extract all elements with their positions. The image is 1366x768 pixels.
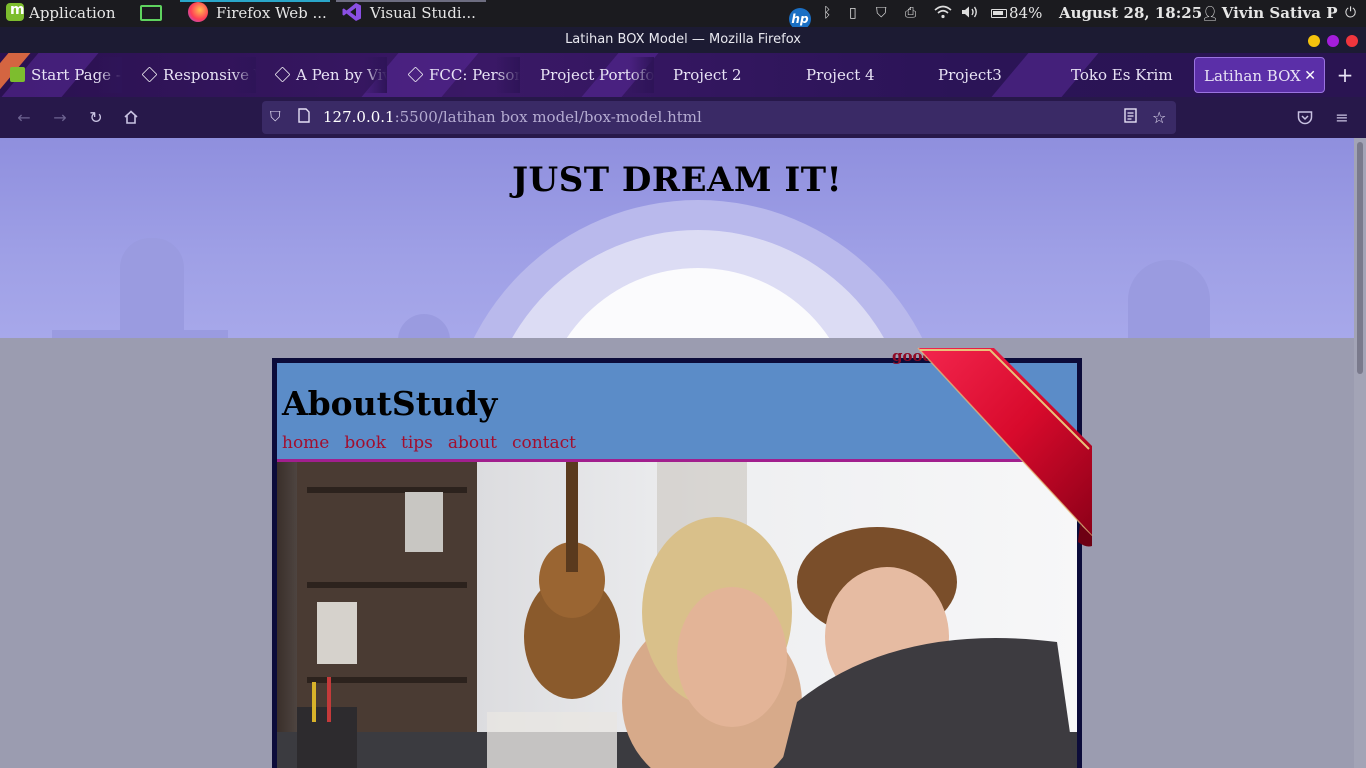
- hero-tower-silhouette: [120, 238, 184, 338]
- tab-a-pen[interactable]: A Pen by Viv: [275, 57, 387, 93]
- tab-strip: Start Page - Responsive W A Pen by Viv F…: [0, 53, 1366, 97]
- hero-ground-silhouette: [52, 330, 228, 338]
- close-window-button[interactable]: [1346, 35, 1358, 47]
- printer-icon[interactable]: ⎙: [905, 0, 916, 27]
- tab-project-portofolio[interactable]: Project Portofol: [540, 57, 654, 93]
- codepen-favicon-icon: [275, 66, 291, 83]
- terminal-launcher[interactable]: [140, 0, 162, 27]
- clipboard-icon[interactable]: ▯: [849, 0, 857, 27]
- hero-banner: JUST DREAM IT!: [0, 138, 1354, 338]
- arrow-right-icon: →: [53, 108, 67, 127]
- window-title: Latihan BOX Model — Mozilla Firefox: [565, 32, 801, 47]
- corner-ribbon: [890, 346, 1100, 556]
- tab-label: Project 4: [806, 66, 875, 84]
- site-brand: AboutStudy: [282, 384, 498, 423]
- power-icon[interactable]: ⏻: [1345, 0, 1356, 27]
- forward-button[interactable]: →: [47, 105, 73, 131]
- plus-icon: +: [1336, 63, 1354, 87]
- maximize-button[interactable]: [1327, 35, 1339, 47]
- battery-percentage: 84%: [1009, 4, 1043, 22]
- volume-icon[interactable]: [961, 0, 979, 27]
- tab-project-2[interactable]: Project 2: [673, 57, 783, 93]
- vscode-icon: [342, 3, 361, 21]
- hero-building-silhouette: [1128, 260, 1210, 338]
- tab-toko-es-krim[interactable]: Toko Es Krim: [1071, 57, 1181, 93]
- clock[interactable]: August 28, 18:25: [1059, 0, 1202, 27]
- tab-project3[interactable]: Project3: [938, 57, 1048, 93]
- page-viewport: JUST DREAM IT! AboutStudy home book tips ab…: [0, 138, 1354, 768]
- bluetooth-icon[interactable]: ᛒ: [823, 0, 831, 27]
- hp-tray-icon[interactable]: hp: [789, 0, 811, 30]
- tab-start-page[interactable]: Start Page -: [10, 57, 122, 93]
- pocket-button[interactable]: [1292, 105, 1318, 131]
- tab-project-4[interactable]: Project 4: [806, 57, 916, 93]
- user-icon: 👤︎: [1201, 6, 1219, 22]
- navigation-toolbar: ← → ↻ ⛉ 127.0.0.1:5500/latihan box model…: [0, 97, 1366, 138]
- tab-label: Project 2: [673, 66, 742, 84]
- site-nav: home book tips about contact: [282, 433, 591, 453]
- url-host: 127.0.0.1: [323, 108, 395, 126]
- user-menu[interactable]: 👤︎ Vivin Sativa P: [1201, 0, 1338, 27]
- hamburger-menu-icon: ≡: [1335, 108, 1349, 127]
- back-button[interactable]: ←: [11, 105, 37, 131]
- tab-responsive[interactable]: Responsive W: [142, 57, 256, 93]
- address-bar[interactable]: ⛉ 127.0.0.1:5500/latihan box model/box-m…: [262, 101, 1176, 134]
- reader-view-icon[interactable]: [1124, 101, 1137, 134]
- url-path: :5500/latihan box model/box-model.html: [394, 108, 702, 126]
- minimize-button[interactable]: [1308, 35, 1320, 47]
- nav-link-home[interactable]: home: [282, 433, 329, 453]
- page-info-icon[interactable]: [298, 101, 310, 134]
- application-menu-label: Application: [29, 4, 116, 22]
- battery-icon: [991, 9, 1007, 18]
- reload-icon: ↻: [89, 108, 103, 127]
- arrow-left-icon: ←: [17, 108, 31, 127]
- home-icon: [124, 110, 138, 124]
- window-titlebar: Latihan BOX Model — Mozilla Firefox: [0, 27, 1366, 53]
- reload-button[interactable]: ↻: [83, 105, 109, 131]
- terminal-icon: [140, 5, 162, 21]
- battery-indicator[interactable]: 84%: [991, 0, 1042, 27]
- home-button[interactable]: [118, 105, 144, 131]
- tab-latihan-box[interactable]: Latihan BOX ✕: [1194, 57, 1325, 93]
- new-tab-button[interactable]: +: [1332, 57, 1358, 93]
- tab-close-icon[interactable]: ✕: [1304, 58, 1316, 92]
- desktop-top-panel: Application Firefox Web ... Visual Studi…: [0, 0, 1366, 30]
- bookmark-star-icon[interactable]: ☆: [1152, 101, 1166, 134]
- app-menu-button[interactable]: ≡: [1329, 105, 1355, 131]
- shield-icon[interactable]: ⛉: [876, 0, 887, 27]
- page-scrollbar[interactable]: [1354, 138, 1366, 768]
- taskbar-item-label: Visual Studi...: [370, 4, 476, 22]
- tab-label: Project3: [938, 66, 1002, 84]
- tab-label: Toko Es Krim: [1071, 66, 1173, 84]
- nav-link-tips[interactable]: tips: [401, 433, 433, 453]
- taskbar-item-label: Firefox Web ...: [216, 4, 327, 22]
- scrollbar-thumb[interactable]: [1357, 142, 1363, 374]
- nav-link-about[interactable]: about: [448, 433, 497, 453]
- nav-link-book[interactable]: book: [344, 433, 386, 453]
- mint-favicon-icon: [10, 67, 25, 82]
- codepen-favicon-icon: [142, 66, 158, 83]
- tab-label: Latihan BOX: [1204, 67, 1301, 85]
- pocket-icon: [1297, 111, 1313, 125]
- firefox-icon: [188, 2, 208, 22]
- wifi-icon[interactable]: [934, 0, 952, 27]
- taskbar-item-firefox[interactable]: Firefox Web ...: [188, 0, 327, 27]
- user-name: Vivin Sativa P: [1221, 4, 1338, 22]
- codepen-favicon-icon: [408, 66, 424, 83]
- nav-link-contact[interactable]: contact: [512, 433, 576, 453]
- hero-title: JUST DREAM IT!: [511, 160, 843, 200]
- tracking-protection-shield-icon[interactable]: ⛉: [270, 101, 281, 134]
- url-text[interactable]: 127.0.0.1:5500/latihan box model/box-mod…: [323, 101, 702, 134]
- hero-dome-silhouette: [398, 314, 450, 338]
- linux-mint-icon: [6, 0, 25, 24]
- application-menu[interactable]: Application: [6, 0, 116, 27]
- taskbar-item-vscode[interactable]: Visual Studi...: [342, 0, 476, 27]
- tab-fcc[interactable]: FCC: Person: [408, 57, 520, 93]
- ribbon-graphic: [917, 347, 1093, 547]
